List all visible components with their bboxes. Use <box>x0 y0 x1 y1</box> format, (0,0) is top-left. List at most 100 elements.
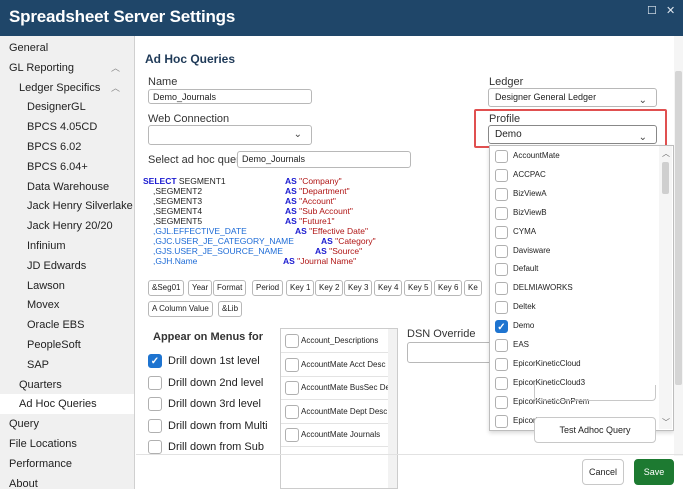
checkbox[interactable] <box>495 395 508 409</box>
close-icon[interactable]: ✕ <box>666 4 675 17</box>
token-button[interactable]: Period <box>252 280 284 296</box>
token-button[interactable]: Format <box>213 280 247 296</box>
checkbox[interactable] <box>148 418 162 433</box>
maximize-icon[interactable]: ☐ <box>647 4 657 17</box>
sidebar-item[interactable]: BPCS 4.05CD <box>0 117 134 137</box>
checkbox[interactable] <box>148 375 162 390</box>
sidebar-item[interactable]: Ad Hoc Queries <box>0 394 134 415</box>
sidebar-item[interactable]: BPCS 6.04+ <box>0 157 134 177</box>
checkbox[interactable] <box>495 282 508 296</box>
sidebar-item[interactable]: Data Warehouse <box>0 177 134 197</box>
list-item[interactable]: AccountMate Acct Desc <box>281 353 391 377</box>
sql-left: ,GJL.EFFECTIVE_DATE <box>153 226 247 236</box>
list-item[interactable]: AccountMate Dept Desc <box>281 400 391 424</box>
profile-option-label: EpicorKineticCloud <box>513 358 581 368</box>
sql-keyword: AS <box>295 226 310 236</box>
sidebar-item[interactable]: JD Edwards <box>0 256 134 276</box>
token-button[interactable]: Year <box>188 280 213 296</box>
checkbox[interactable] <box>148 397 162 411</box>
sidebar-item[interactable]: Infinium <box>0 236 134 256</box>
checkbox[interactable] <box>285 334 299 348</box>
sidebar-item[interactable]: Performance <box>0 454 134 474</box>
profile-select[interactable]: Demo ⌄ <box>488 125 657 144</box>
token-button[interactable]: A Column Value <box>148 301 213 317</box>
token-button[interactable]: Key 4 <box>374 280 403 296</box>
sidebar-item[interactable]: Quarters <box>0 375 134 395</box>
checkbox[interactable] <box>495 357 508 371</box>
chevron-down-icon: ⌄ <box>293 129 302 140</box>
sidebar-item[interactable]: General <box>0 38 134 58</box>
list-item[interactable]: AccountMate Journals <box>281 423 391 447</box>
sql-editor[interactable]: SELECT SEGMENT1 AS "Company" ,SEGMENT2 AS "… <box>143 176 480 273</box>
profile-list-scrollbar[interactable]: ︿ ﹀ <box>659 146 672 429</box>
sidebar-item[interactable]: File Locations <box>0 434 134 454</box>
web-connection-label: Web Connection <box>148 113 230 125</box>
list-item[interactable]: Account_Descriptions <box>281 329 391 353</box>
chevron-up-icon[interactable]: ︿ <box>111 78 120 98</box>
token-button[interactable]: Ke <box>464 280 482 296</box>
checkbox[interactable] <box>285 357 299 372</box>
checkbox[interactable] <box>285 428 299 442</box>
sidebar-item[interactable]: Movex <box>0 295 134 315</box>
token-button[interactable]: Key 6 <box>434 280 463 296</box>
checkbox[interactable] <box>495 225 508 239</box>
main-scroll-thumb[interactable] <box>675 71 682 385</box>
sidebar-item[interactable]: Ledger Specifics ︿ <box>0 78 134 98</box>
checkbox[interactable] <box>495 187 508 201</box>
checkbox[interactable] <box>495 150 508 163</box>
account-list-scrollbar[interactable] <box>388 329 397 488</box>
cancel-button[interactable]: Cancel <box>582 459 624 485</box>
checkbox[interactable] <box>495 244 508 258</box>
main-scrollbar[interactable] <box>674 36 683 456</box>
checkbox[interactable] <box>495 301 508 315</box>
ledger-select[interactable]: Designer General Ledger ⌄ <box>488 88 657 107</box>
sidebar-item-label: DesignerGL <box>27 101 86 114</box>
checkbox-checked[interactable]: ✓ <box>495 320 508 334</box>
sidebar-item[interactable]: Jack Henry Silverlake <box>0 196 134 216</box>
sidebar-item[interactable]: Lawson <box>0 276 134 296</box>
token-button[interactable]: Key 5 <box>404 280 433 296</box>
web-connection-select[interactable]: ⌄ <box>148 125 312 145</box>
token-button[interactable]: Key 3 <box>344 280 373 296</box>
list-item[interactable]: AccountMate BusSec De <box>281 376 391 400</box>
sidebar-item[interactable]: GL Reporting ︿ <box>0 58 134 78</box>
checkbox[interactable] <box>285 404 299 419</box>
scroll-up-icon[interactable]: ︿ <box>662 148 670 159</box>
checkbox[interactable] <box>285 381 299 395</box>
profile-option-label: Deltek <box>513 302 536 312</box>
token-button[interactable]: Key 1 <box>286 280 315 296</box>
account-list[interactable]: Account_Descriptions AccountMate Acct Des… <box>280 328 398 489</box>
sidebar-item[interactable]: SAP <box>0 355 134 375</box>
sidebar-item[interactable]: BPCS 6.02 <box>0 137 134 157</box>
dsn-override-input[interactable] <box>407 342 492 363</box>
sidebar-item[interactable]: Oracle EBS <box>0 315 134 335</box>
token-button[interactable]: &Lib <box>218 301 243 317</box>
sidebar-item[interactable]: Jack Henry 20/20 <box>0 216 134 236</box>
appear-on-menus-label: Appear on Menus for <box>153 331 264 343</box>
menu-option-label: Drill down 3rd level <box>168 398 261 410</box>
select-query-input[interactable]: Demo_Journals <box>237 151 411 168</box>
checkbox[interactable] <box>495 376 508 390</box>
page-title: Ad Hoc Queries <box>145 52 236 66</box>
token-button[interactable]: &Seg01 <box>148 280 185 296</box>
test-adhoc-query-button[interactable]: Test Adhoc Query <box>534 417 656 443</box>
sidebar-item[interactable]: DesignerGL <box>0 97 134 117</box>
checkbox[interactable] <box>495 414 508 428</box>
checkbox[interactable] <box>495 339 508 352</box>
sidebar-item[interactable]: Query <box>0 414 134 434</box>
checkbox[interactable] <box>495 168 508 182</box>
scroll-thumb[interactable] <box>662 162 669 194</box>
checkbox[interactable] <box>495 206 508 220</box>
checkbox-checked[interactable]: ✓ <box>148 354 162 368</box>
sidebar-item[interactable]: PeopleSoft <box>0 335 134 355</box>
sidebar-item[interactable]: About <box>0 474 134 489</box>
sql-text: SEGMENT1 <box>178 176 226 186</box>
scroll-down-icon[interactable]: ﹀ <box>662 417 670 428</box>
save-button[interactable]: Save <box>634 459 674 485</box>
chevron-up-icon[interactable]: ︿ <box>111 58 120 78</box>
name-input[interactable]: Demo_Journals <box>148 89 312 104</box>
checkbox[interactable] <box>495 263 508 277</box>
token-button[interactable]: Key 2 <box>315 280 344 296</box>
name-label: Name <box>148 76 178 88</box>
checkbox[interactable] <box>148 440 162 454</box>
